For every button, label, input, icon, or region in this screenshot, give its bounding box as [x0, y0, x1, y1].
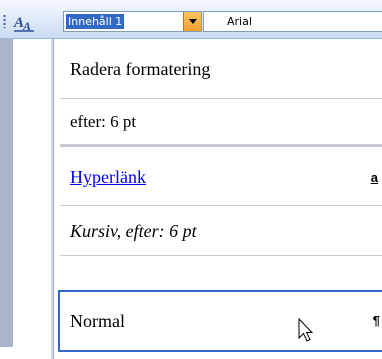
formatting-toolbar: A A Innehåll 1 Arial — [0, 0, 382, 39]
style-combo-box[interactable]: Innehåll 1 — [63, 11, 202, 32]
style-item-hyperlank[interactable]: Hyperlänk a — [60, 145, 382, 206]
chevron-down-icon — [188, 19, 197, 24]
styles-formatting-icon[interactable]: A A — [13, 12, 35, 33]
mouse-pointer-icon — [298, 317, 320, 346]
font-combo-box[interactable]: Arial — [203, 11, 382, 32]
style-item-normal[interactable]: Normal ¶ — [58, 290, 382, 352]
style-item-label: Radera formatering — [70, 59, 211, 79]
style-item-label: Hyperlänk — [70, 167, 146, 187]
svg-text:A: A — [22, 19, 31, 32]
style-combo-value: Innehåll 1 — [66, 14, 125, 29]
character-style-marker: a — [370, 170, 378, 185]
style-item-label: Kursiv, efter: 6 pt — [70, 221, 197, 241]
style-item-radera-formatering[interactable]: Radera formatering — [60, 39, 382, 99]
style-dropdown-list: Radera formatering efter: 6 pt Hyperlänk… — [53, 39, 382, 359]
toolbar-grip-handle[interactable] — [3, 14, 6, 28]
style-item-label: efter: 6 pt — [70, 112, 137, 131]
paragraph-style-marker: ¶ — [372, 313, 380, 328]
style-combo-dropdown-button[interactable] — [183, 12, 201, 31]
style-item-kursiv-efter-6pt[interactable]: Kursiv, efter: 6 pt — [60, 206, 382, 256]
font-combo-value: Arial — [227, 15, 252, 28]
document-left-margin — [0, 39, 13, 347]
style-item-efter-6pt[interactable]: efter: 6 pt — [60, 99, 382, 145]
style-item-label: Normal — [70, 311, 125, 331]
